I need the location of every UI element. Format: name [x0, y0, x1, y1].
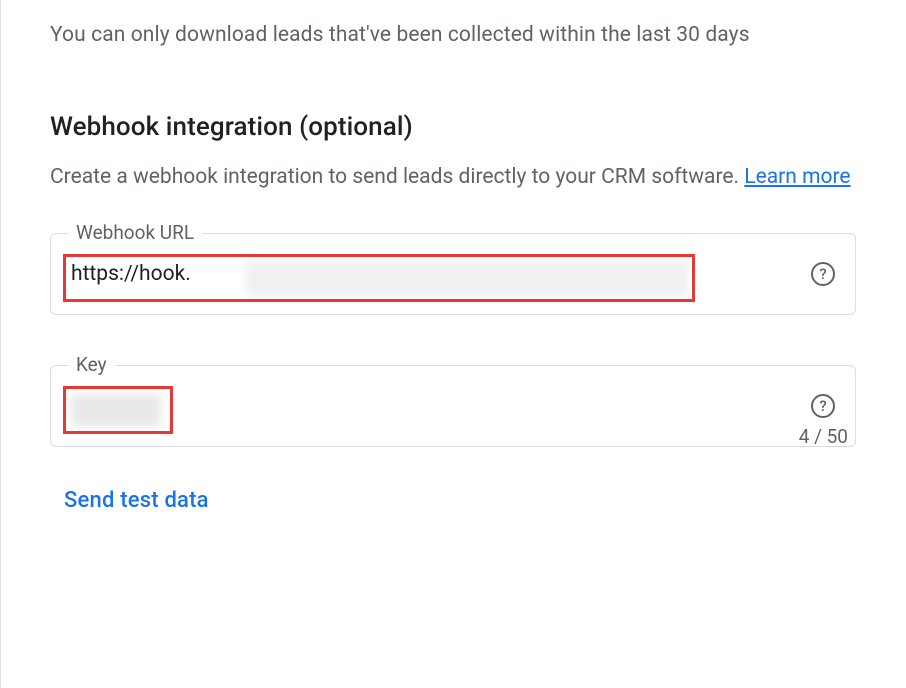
webhook-key-label: Key [68, 353, 115, 376]
webhook-description: Create a webhook integration to send lea… [50, 162, 856, 194]
help-icon[interactable]: ? [811, 394, 835, 418]
webhook-url-field-box: ? [50, 233, 856, 315]
webhook-key-field-container: Key ? [50, 365, 856, 447]
webhook-url-label: Webhook URL [68, 221, 202, 244]
send-test-data-link[interactable]: Send test data [50, 488, 856, 513]
webhook-key-field-box: ? [50, 365, 856, 447]
webhook-heading: Webhook integration (optional) [50, 112, 856, 142]
help-icon[interactable]: ? [811, 262, 835, 286]
learn-more-link[interactable]: Learn more [744, 165, 850, 189]
webhook-url-input[interactable] [71, 262, 799, 286]
webhook-url-field-container: Webhook URL ? [50, 233, 856, 315]
download-info-text: You can only download leads that've been… [50, 20, 856, 52]
webhook-key-input[interactable] [71, 394, 799, 418]
webhook-description-text: Create a webhook integration to send lea… [50, 165, 744, 189]
